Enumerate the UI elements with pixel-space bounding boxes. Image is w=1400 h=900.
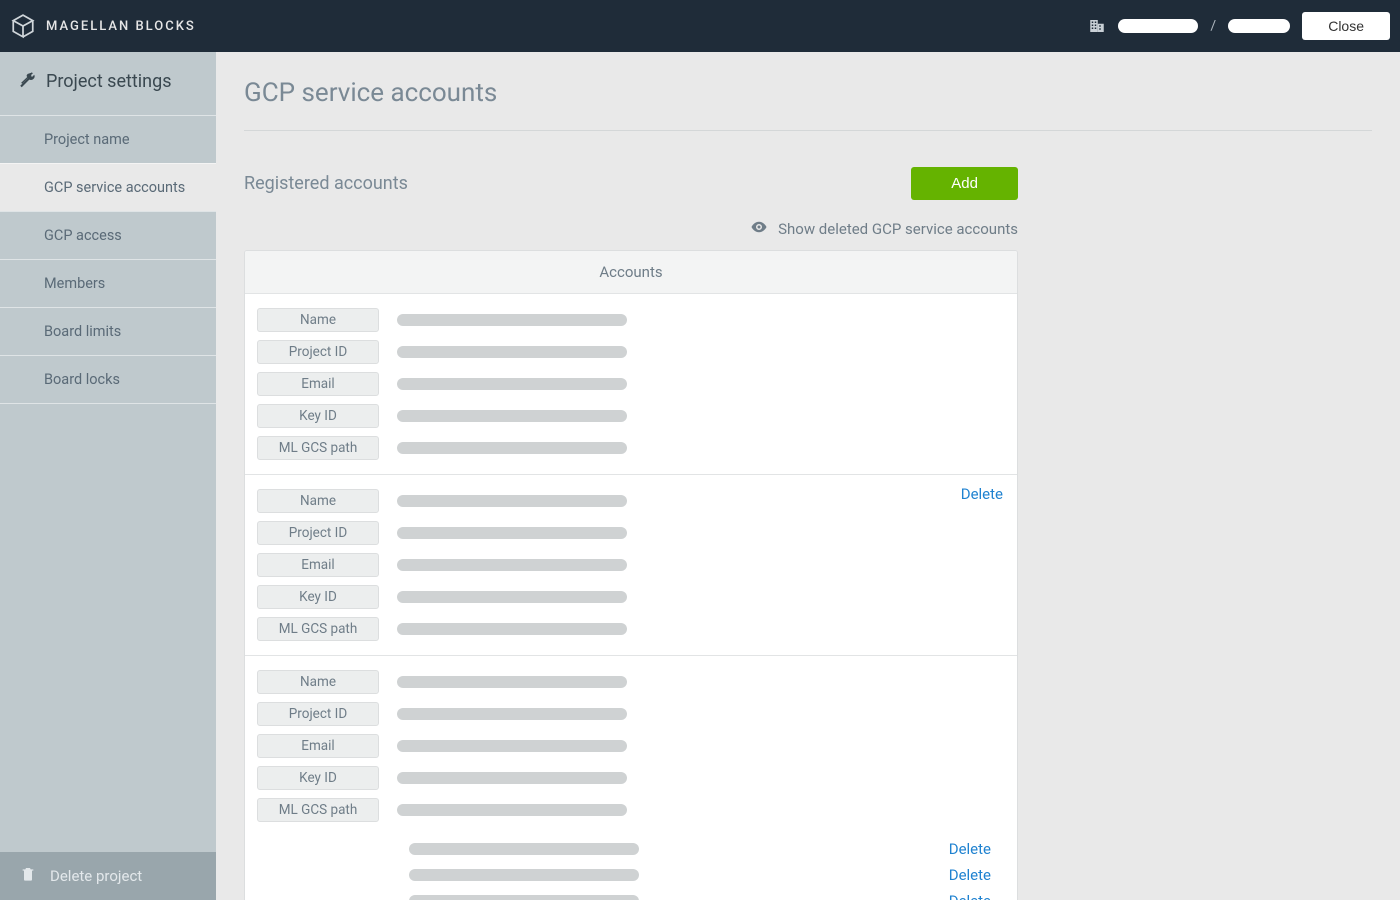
field-label: Email	[257, 553, 379, 577]
sidebar-title-text: Project settings	[46, 71, 172, 92]
field-row-ml_gcs_path: ML GCS path	[257, 794, 1005, 826]
trash-icon	[20, 866, 36, 886]
field-label: Name	[257, 308, 379, 332]
field-value-placeholder	[397, 378, 627, 390]
field-value-placeholder	[397, 527, 627, 539]
field-row-name: Name	[257, 666, 1005, 698]
extra-row: Delete	[257, 888, 1005, 900]
field-row-project_id: Project ID	[257, 517, 1005, 549]
field-value-placeholder	[397, 314, 627, 326]
field-value-placeholder	[397, 740, 627, 752]
field-row-key_id: Key ID	[257, 581, 1005, 613]
page-title: GCP service accounts	[244, 52, 1372, 130]
delete-link[interactable]: Delete	[949, 892, 991, 900]
extra-row: Delete	[257, 836, 1005, 862]
app-header: MAGELLAN BLOCKS / Close	[0, 0, 1400, 52]
sidebar-item-board-locks[interactable]: Board locks	[0, 355, 216, 404]
field-row-name: Name	[257, 304, 1005, 336]
field-value-placeholder	[397, 410, 627, 422]
sidebar: Project settings Project nameGCP service…	[0, 52, 216, 900]
field-value-placeholder	[409, 843, 639, 855]
section-heading: Registered accounts	[244, 173, 408, 194]
cube-icon	[10, 13, 36, 39]
field-row-email: Email	[257, 549, 1005, 581]
field-value-placeholder	[397, 495, 627, 507]
org-placeholder[interactable]	[1118, 19, 1198, 33]
building-icon	[1088, 17, 1106, 35]
sidebar-title: Project settings	[0, 52, 216, 115]
delete-project-label: Delete project	[50, 867, 142, 885]
field-label: Key ID	[257, 766, 379, 790]
main-content: GCP service accounts Registered accounts…	[216, 52, 1400, 900]
brand-logo[interactable]: MAGELLAN BLOCKS	[10, 13, 196, 39]
field-value-placeholder	[397, 623, 627, 635]
field-label: Key ID	[257, 585, 379, 609]
field-label: Key ID	[257, 404, 379, 428]
brand-text: MAGELLAN BLOCKS	[46, 19, 196, 34]
sidebar-item-gcp-access[interactable]: GCP access	[0, 211, 216, 259]
field-label: Name	[257, 670, 379, 694]
field-label: Project ID	[257, 521, 379, 545]
show-deleted-toggle[interactable]: Show deleted GCP service accounts	[244, 218, 1018, 240]
field-value-placeholder	[397, 346, 627, 358]
breadcrumb-separator: /	[1210, 18, 1216, 34]
sidebar-item-gcp-service-accounts[interactable]: GCP service accounts	[0, 163, 216, 211]
eye-icon	[750, 218, 768, 240]
add-button[interactable]: Add	[911, 167, 1018, 200]
field-label: ML GCS path	[257, 798, 379, 822]
field-row-project_id: Project ID	[257, 698, 1005, 730]
field-row-ml_gcs_path: ML GCS path	[257, 432, 1005, 464]
field-label: ML GCS path	[257, 617, 379, 641]
sidebar-item-board-limits[interactable]: Board limits	[0, 307, 216, 355]
sidebar-item-project-name[interactable]: Project name	[0, 115, 216, 163]
field-row-name: Name	[257, 485, 1005, 517]
field-value-placeholder	[409, 895, 639, 900]
field-row-key_id: Key ID	[257, 400, 1005, 432]
delete-link[interactable]: Delete	[949, 840, 991, 858]
wrench-icon	[18, 70, 36, 93]
extra-row: Delete	[257, 862, 1005, 888]
field-value-placeholder	[397, 772, 627, 784]
field-row-email: Email	[257, 730, 1005, 762]
delete-project-button[interactable]: Delete project	[0, 852, 216, 900]
field-row-key_id: Key ID	[257, 762, 1005, 794]
field-value-placeholder	[397, 442, 627, 454]
delete-link[interactable]: Delete	[961, 485, 1003, 503]
field-row-email: Email	[257, 368, 1005, 400]
field-label: Name	[257, 489, 379, 513]
sidebar-item-members[interactable]: Members	[0, 259, 216, 307]
field-value-placeholder	[397, 676, 627, 688]
field-value-placeholder	[397, 591, 627, 603]
field-row-project_id: Project ID	[257, 336, 1005, 368]
show-deleted-label: Show deleted GCP service accounts	[778, 220, 1018, 238]
field-label: Email	[257, 372, 379, 396]
field-value-placeholder	[397, 804, 627, 816]
field-row-ml_gcs_path: ML GCS path	[257, 613, 1005, 645]
table-header: Accounts	[245, 251, 1017, 294]
field-label: Email	[257, 734, 379, 758]
project-placeholder[interactable]	[1228, 19, 1290, 33]
account-block: Delete Name Project ID Email Key ID ML GCS pa…	[245, 474, 1017, 655]
close-button[interactable]: Close	[1302, 12, 1390, 40]
sidebar-nav: Project nameGCP service accountsGCP acce…	[0, 115, 216, 404]
field-label: Project ID	[257, 702, 379, 726]
accounts-table: Accounts Name Project ID Email Key ID ML GCS…	[244, 250, 1018, 900]
field-value-placeholder	[409, 869, 639, 881]
field-value-placeholder	[397, 559, 627, 571]
field-value-placeholder	[397, 708, 627, 720]
delete-link[interactable]: Delete	[949, 866, 991, 884]
field-label: Project ID	[257, 340, 379, 364]
field-label: ML GCS path	[257, 436, 379, 460]
account-block: Name Project ID Email Key ID ML GCS path	[245, 294, 1017, 474]
account-block: Name Project ID Email Key ID ML GCS path	[245, 655, 1017, 836]
